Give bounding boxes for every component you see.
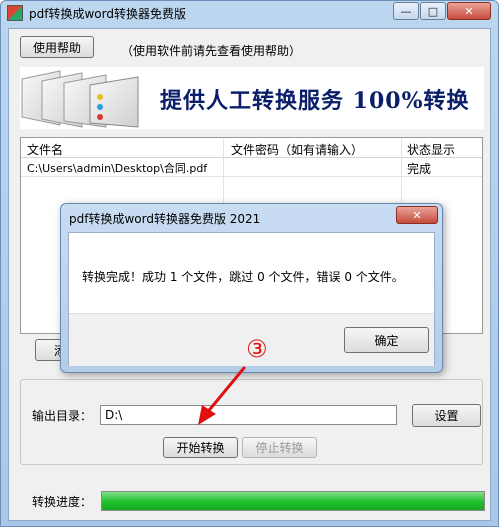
arrow-annotation-icon [198,366,246,425]
